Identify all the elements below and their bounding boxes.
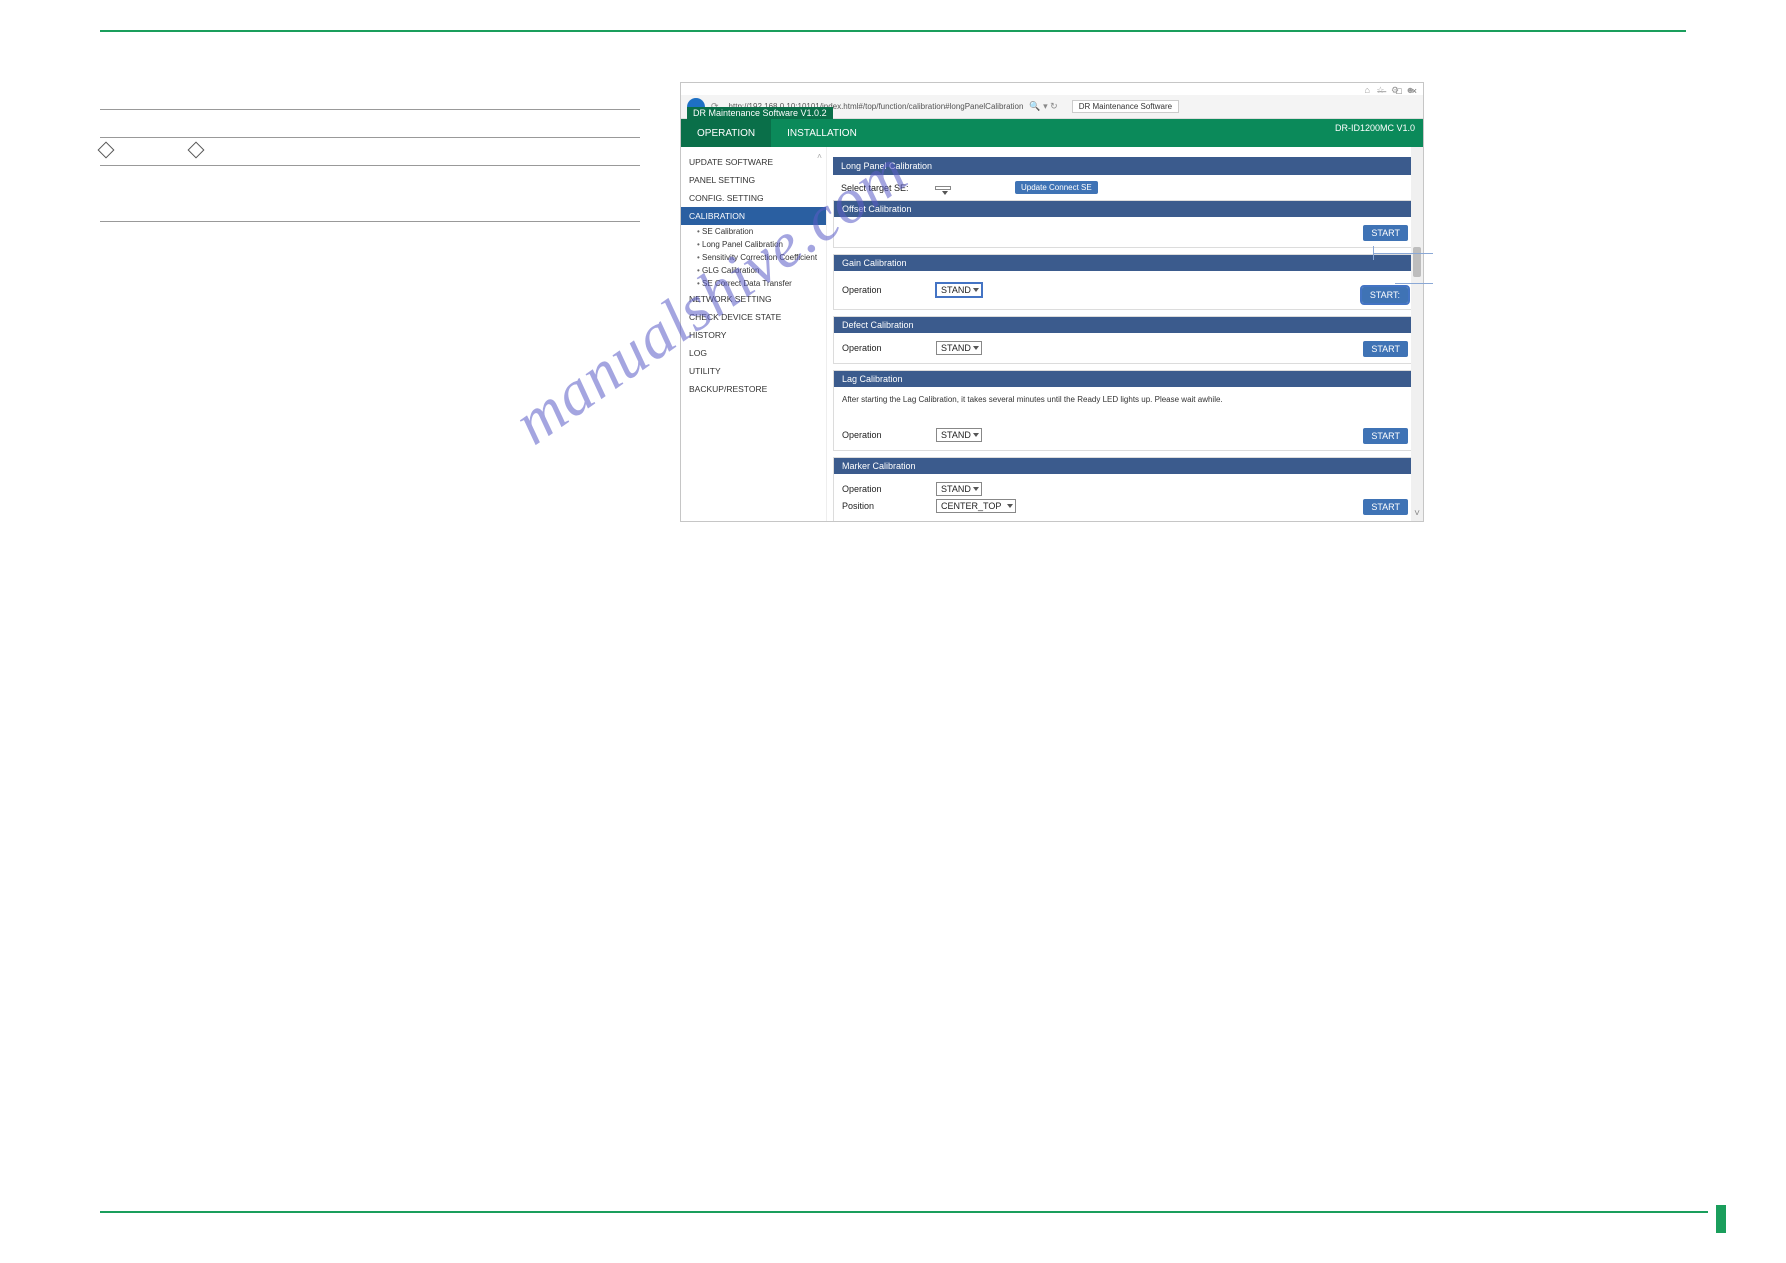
sidebar-item-log[interactable]: LOG (681, 344, 826, 362)
select-target-row: Select target SE: Update Connect SE (833, 175, 1417, 200)
marker-position-label: Position (842, 501, 912, 511)
offset-calibration-card: Offset Calibration START (833, 200, 1417, 248)
sidebar-item-check-device-state[interactable]: CHECK DEVICE STATE (681, 308, 826, 326)
callout-line (1395, 283, 1433, 284)
page-title-bar: Long Panel Calibration (833, 157, 1417, 175)
lag-operation-dropdown[interactable]: STAND (936, 428, 982, 442)
diamond-icon (98, 142, 115, 159)
sidebar-item-config-setting[interactable]: CONFIG. SETTING (681, 189, 826, 207)
select-target-dropdown[interactable] (935, 186, 951, 190)
callout-line (1373, 246, 1374, 260)
spec-row (100, 166, 640, 194)
app-version: DR-ID1200MC V1.0 (1335, 123, 1415, 133)
gain-head: Gain Calibration (834, 255, 1416, 271)
lag-head: Lag Calibration (834, 371, 1416, 387)
marker-operation-dropdown[interactable]: STAND (936, 482, 982, 496)
lag-operation-label: Operation (842, 430, 912, 440)
gain-start-button[interactable]: START: (1362, 287, 1408, 303)
sidebar-item-network-setting[interactable]: NETWORK SETTING (681, 290, 826, 308)
sidebar-sub-glg-calibration[interactable]: GLG Calibration (681, 264, 826, 277)
footer-rule (100, 1211, 1708, 1213)
main-pane: Long Panel Calibration Select target SE:… (827, 147, 1423, 521)
spec-row (100, 194, 640, 222)
marker-position-dropdown[interactable]: CENTER_TOP (936, 499, 1016, 513)
sidebar-item-panel-setting[interactable]: PANEL SETTING (681, 171, 826, 189)
marker-head: Marker Calibration (834, 458, 1416, 474)
search-refresh-icons[interactable]: 🔍 ▾ ↻ (1029, 101, 1057, 112)
spec-row (100, 110, 640, 138)
lag-note: After starting the Lag Calibration, it t… (842, 395, 1408, 404)
spec-row (100, 82, 640, 110)
marker-start-button[interactable]: START (1363, 499, 1408, 515)
vertical-scrollbar[interactable]: ˅ (1411, 147, 1423, 521)
tab-installation[interactable]: INSTALLATION (771, 119, 873, 147)
scroll-down-icon[interactable]: ˅ (1411, 508, 1423, 519)
sidebar-item-utility[interactable]: UTILITY (681, 362, 826, 380)
page-marker (1716, 1205, 1726, 1233)
lag-start-button[interactable]: START (1363, 428, 1408, 444)
app-header: DR Maintenance Software V1.0.2 OPERATION… (681, 119, 1423, 147)
gain-operation-label: Operation (842, 285, 912, 295)
scrollbar-thumb[interactable] (1413, 247, 1421, 277)
sidebar-item-update-software[interactable]: UPDATE SOFTWARE (681, 153, 826, 171)
browser-tab[interactable]: DR Maintenance Software (1072, 100, 1179, 113)
screenshot-frame: — □ × ⌂ ☆ ⚙ ☻ ← ⟳ http://192.168.0.10:10… (680, 82, 1424, 522)
sidebar: ˄ UPDATE SOFTWARE PANEL SETTING CONFIG. … (681, 147, 827, 521)
sidebar-sub-long-panel[interactable]: Long Panel Calibration (681, 238, 826, 251)
defect-operation-label: Operation (842, 343, 912, 353)
sidebar-item-calibration[interactable]: CALIBRATION (681, 207, 826, 225)
app-title: DR Maintenance Software V1.0.2 (687, 107, 833, 119)
offset-start-button[interactable]: START (1363, 225, 1408, 241)
marker-operation-label: Operation (842, 484, 912, 494)
scroll-up-icon[interactable]: ˄ (817, 151, 822, 161)
update-connect-se-button[interactable]: Update Connect SE (1015, 181, 1098, 194)
lag-calibration-card: Lag Calibration After starting the Lag C… (833, 370, 1417, 451)
diamond-icon (188, 142, 205, 159)
sidebar-item-history[interactable]: HISTORY (681, 326, 826, 344)
spec-row-diamonds (100, 138, 640, 166)
defect-start-button[interactable]: START (1363, 341, 1408, 357)
sidebar-item-backup-restore[interactable]: BACKUP/RESTORE (681, 380, 826, 398)
sidebar-sub-se-calibration[interactable]: SE Calibration (681, 225, 826, 238)
left-text-column (100, 82, 640, 522)
callout-line (1373, 253, 1433, 254)
tab-operation[interactable]: OPERATION (681, 119, 771, 147)
gain-operation-dropdown[interactable]: STAND (936, 283, 982, 297)
sidebar-sub-sensitivity-correction[interactable]: Sensitivity Correction Coefficient (681, 251, 826, 264)
header-rule (100, 30, 1686, 32)
defect-head: Defect Calibration (834, 317, 1416, 333)
favicon-strip: ⌂ ☆ ⚙ ☻ (1364, 85, 1417, 96)
select-target-label: Select target SE: (841, 183, 911, 193)
defect-calibration-card: Defect Calibration Operation STAND START (833, 316, 1417, 364)
marker-calibration-card: Marker Calibration Operation STAND Posit… (833, 457, 1417, 521)
offset-head: Offset Calibration (834, 201, 1416, 217)
sidebar-sub-se-correct-data[interactable]: SE Correct Data Transfer (681, 277, 826, 290)
gain-calibration-card: Gain Calibration Operation STAND START: (833, 254, 1417, 310)
defect-operation-dropdown[interactable]: STAND (936, 341, 982, 355)
